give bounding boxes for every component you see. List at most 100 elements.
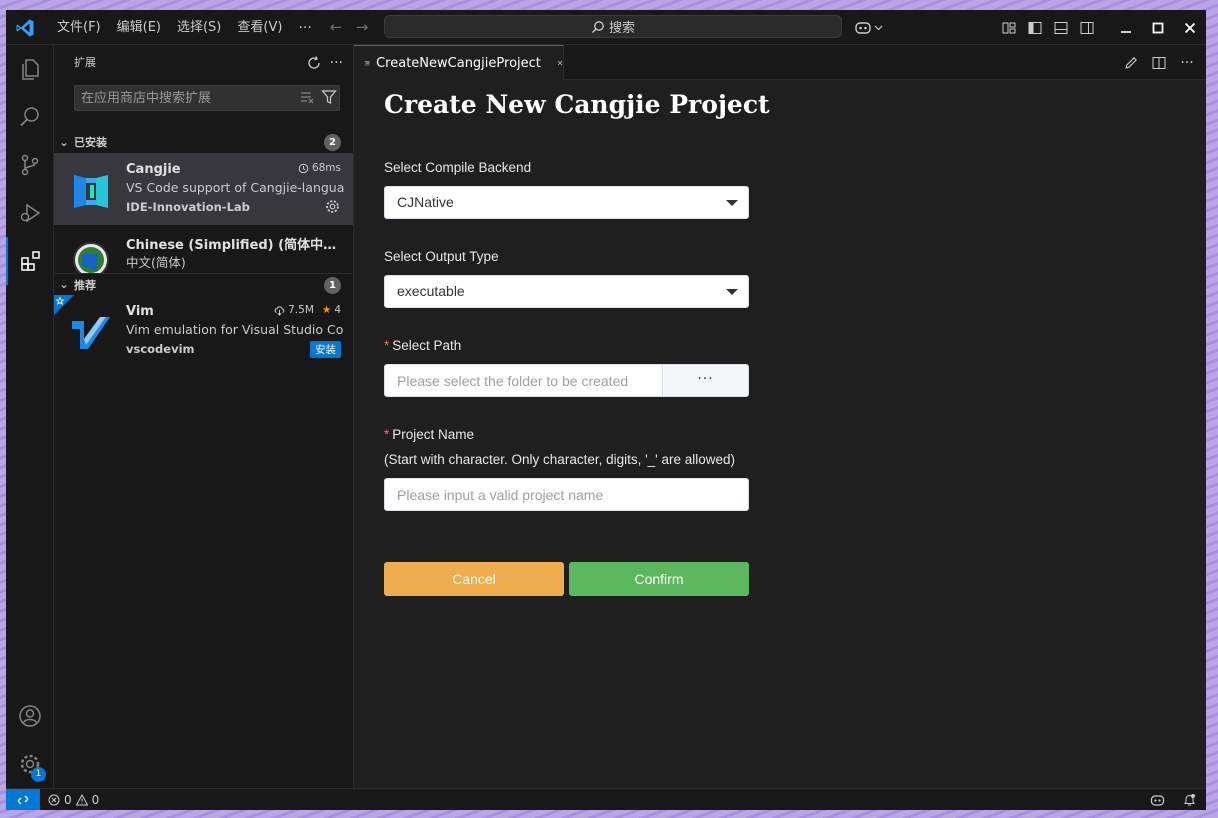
compile-backend-value: CJNative	[397, 194, 454, 210]
status-bar-right	[1150, 789, 1196, 810]
star-icon: ★	[321, 304, 332, 316]
cloud-download-icon	[274, 305, 285, 316]
toggle-secondary-sidebar-icon[interactable]	[1074, 10, 1100, 45]
path-input[interactable]	[384, 364, 663, 397]
cangjie-logo-icon	[74, 175, 108, 208]
required-asterisk: *	[384, 338, 390, 353]
tab-label: CreateNewCangjieProject	[376, 55, 541, 71]
confirm-button[interactable]: Confirm	[569, 562, 749, 596]
editor-tab-bar: CreateNewCangjieProject ···	[354, 45, 1206, 80]
project-name-input[interactable]	[384, 478, 749, 511]
caret-down-icon	[726, 289, 738, 295]
output-type-label: Select Output Type	[384, 249, 499, 264]
maximize-icon[interactable]	[1142, 10, 1174, 45]
edit-pencil-icon[interactable]	[1118, 56, 1144, 70]
vscode-logo-icon	[16, 19, 34, 37]
run-debug-icon[interactable]	[6, 189, 54, 237]
manage-gear-icon[interactable]: 1	[6, 740, 54, 788]
installed-section-header[interactable]: ⌄ 已安装 2	[54, 131, 353, 153]
chevron-down-icon: ⌄	[59, 278, 69, 291]
extension-description: Vim emulation for Visual Studio Code	[126, 322, 344, 337]
history-icon	[298, 163, 309, 173]
menu-bar: 文件(F) 编辑(E) 选择(S) 查看(V) ···	[49, 10, 320, 45]
error-count: 0	[64, 793, 72, 807]
toggle-panel-icon[interactable]	[1048, 10, 1074, 45]
status-bar: 0 0	[6, 788, 1206, 810]
extension-search-box	[74, 85, 340, 111]
vim-logo-icon	[72, 317, 110, 349]
settings-badge: 1	[31, 767, 46, 782]
warning-icon	[75, 794, 88, 806]
explorer-icon[interactable]	[6, 45, 54, 93]
backend-label: Select Compile Backend	[384, 160, 532, 175]
extensions-icon[interactable]	[6, 237, 54, 285]
more-actions-icon[interactable]: ···	[1174, 55, 1200, 71]
more-actions-icon[interactable]: ···	[330, 55, 343, 71]
tab-create-new-cangjie-project[interactable]: CreateNewCangjieProject	[354, 45, 564, 80]
customize-layout-icon[interactable]	[996, 10, 1022, 45]
extension-stats: 7.5M ★ 4	[274, 304, 341, 316]
copilot-button[interactable]	[854, 18, 883, 38]
forward-arrow-icon[interactable]: →	[354, 19, 370, 35]
sidebar-actions: ···	[306, 45, 343, 80]
clear-filter-icon[interactable]	[299, 89, 315, 105]
extension-name: Chinese (Simplified) (简体中文) Language Pac…	[126, 238, 341, 253]
caret-down-icon	[726, 200, 738, 206]
project-name-label: * Project Name	[384, 427, 475, 442]
output-type-select[interactable]: executable	[384, 275, 749, 308]
menu-selection[interactable]: 选择(S)	[169, 16, 229, 40]
menu-more-button[interactable]: ···	[290, 20, 319, 36]
vscode-window: 文件(F) 编辑(E) 选择(S) 查看(V) ··· ← → 搜索 1 扩展 …	[6, 10, 1206, 810]
toggle-primary-sidebar-icon[interactable]	[1022, 10, 1048, 45]
create-project-webview: Create New Cangjie Project Select Compil…	[354, 80, 1206, 788]
cancel-button[interactable]: Cancel	[384, 562, 564, 596]
extension-description: VS Code support of Cangjie-language	[126, 180, 344, 195]
menu-view[interactable]: 查看(V)	[229, 16, 290, 40]
compile-backend-select[interactable]: CJNative	[384, 186, 749, 219]
problems-indicator[interactable]: 0 0	[48, 789, 99, 810]
refresh-icon[interactable]	[306, 55, 322, 71]
accounts-icon[interactable]	[6, 692, 54, 740]
required-asterisk: *	[384, 427, 390, 442]
minimize-icon[interactable]	[1110, 10, 1142, 45]
extension-publisher: vscodevim	[126, 342, 195, 356]
error-icon	[48, 794, 60, 806]
filter-icon[interactable]	[321, 89, 337, 105]
installed-count-badge: 2	[324, 134, 341, 151]
extensions-sidebar: 扩展 ··· ⌄ 已安装 2 Cangjie	[54, 45, 354, 788]
output-type-value: executable	[397, 283, 465, 299]
globe-icon	[73, 242, 109, 273]
extension-item-vim[interactable]: Vim 7.5M ★ 4 Vim emulation for Visual St…	[54, 295, 353, 367]
copilot-status-icon[interactable]	[1150, 794, 1165, 807]
warning-count: 0	[91, 793, 100, 807]
source-control-icon[interactable]	[6, 141, 54, 189]
search-label: 搜索	[608, 21, 635, 36]
menu-edit[interactable]: 编辑(E)	[109, 16, 169, 40]
install-button[interactable]: 安装	[310, 341, 341, 358]
command-center-search[interactable]: 搜索	[384, 15, 842, 38]
extension-item-chinese-pack[interactable]: Chinese (Simplified) (简体中文) Language Pac…	[54, 225, 353, 273]
close-icon[interactable]	[557, 57, 563, 69]
sidebar-title: 扩展	[74, 56, 96, 69]
recommended-label: 推荐	[74, 278, 96, 292]
activity-bar: 1	[6, 45, 54, 788]
activation-time: 68ms	[298, 162, 341, 174]
recommended-section-header[interactable]: ⌄ 推荐 1	[54, 273, 353, 295]
notifications-bell-icon[interactable]	[1183, 793, 1196, 807]
path-label: * Select Path	[384, 338, 462, 353]
chevron-down-icon: ⌄	[59, 135, 69, 149]
remote-indicator-icon[interactable]	[6, 789, 40, 810]
menu-file[interactable]: 文件(F)	[49, 16, 109, 40]
search-view-icon[interactable]	[6, 93, 54, 141]
close-window-icon[interactable]	[1174, 10, 1206, 45]
extension-search-input[interactable]	[75, 86, 285, 110]
search-icon	[591, 20, 604, 33]
manage-extension-gear-icon[interactable]	[325, 199, 340, 214]
back-arrow-icon[interactable]: ←	[328, 19, 344, 35]
split-editor-icon[interactable]	[1146, 56, 1172, 70]
title-bar-controls	[996, 10, 1206, 45]
extension-item-cangjie[interactable]: Cangjie 68ms VS Code support of Cangjie-…	[54, 153, 353, 225]
browse-folder-button[interactable]: ···	[662, 364, 749, 397]
page-title: Create New Cangjie Project	[384, 90, 770, 119]
chevron-down-icon	[874, 25, 883, 31]
